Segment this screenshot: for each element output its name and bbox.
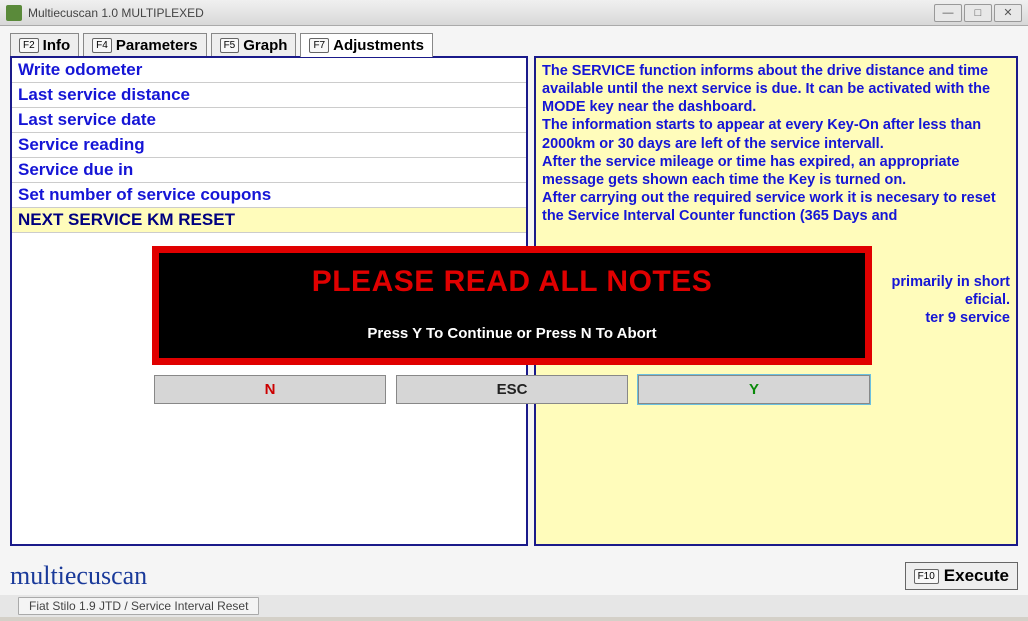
info-paragraph: After the service mileage or time has ex…	[542, 153, 1010, 189]
tab-adjustments[interactable]: F7 Adjustments	[300, 33, 433, 57]
tab-bar: F2 Info F4 Parameters F5 Graph F7 Adjust…	[0, 26, 1028, 56]
list-item[interactable]: Last service distance	[12, 83, 526, 108]
brand-logo: multiecuscan	[10, 561, 147, 591]
info-paragraph: The information starts to appear at ever…	[542, 116, 1010, 152]
fkey-badge: F2	[19, 38, 39, 53]
execute-button[interactable]: F10 Execute	[905, 562, 1018, 590]
escape-button[interactable]: ESC	[396, 375, 628, 404]
tab-label: Parameters	[116, 37, 198, 54]
list-item-selected[interactable]: NEXT SERVICE KM RESET	[12, 208, 526, 233]
list-item[interactable]: Write odometer	[12, 58, 526, 83]
status-text: Fiat Stilo 1.9 JTD / Service Interval Re…	[18, 597, 259, 615]
minimize-button[interactable]: —	[934, 4, 962, 22]
continue-button[interactable]: Y	[638, 375, 870, 404]
dialog-subtitle: Press Y To Continue or Press N To Abort	[169, 325, 855, 342]
list-item[interactable]: Service reading	[12, 133, 526, 158]
maximize-button[interactable]: □	[964, 4, 992, 22]
fkey-badge: F4	[92, 38, 112, 53]
window-titlebar: Multiecuscan 1.0 MULTIPLEXED — □ ✕	[0, 0, 1028, 26]
abort-button[interactable]: N	[154, 375, 386, 404]
list-item[interactable]: Service due in	[12, 158, 526, 183]
list-item[interactable]: Set number of service coupons	[12, 183, 526, 208]
fkey-badge: F5	[220, 38, 240, 53]
fkey-badge: F7	[309, 38, 329, 53]
tab-graph[interactable]: F5 Graph	[211, 33, 297, 57]
tab-info[interactable]: F2 Info	[10, 33, 79, 57]
status-bar: Fiat Stilo 1.9 JTD / Service Interval Re…	[0, 595, 1028, 617]
info-paragraph: The SERVICE function informs about the d…	[542, 62, 1010, 116]
close-button[interactable]: ✕	[994, 4, 1022, 22]
list-item[interactable]: Last service date	[12, 108, 526, 133]
tab-label: Graph	[243, 37, 287, 54]
tab-label: Info	[43, 37, 71, 54]
dialog-title: PLEASE READ ALL NOTES	[169, 265, 855, 299]
app-icon	[6, 5, 22, 21]
tab-label: Adjustments	[333, 37, 424, 54]
info-paragraph: After carrying out the required service …	[542, 189, 1010, 225]
confirm-dialog: PLEASE READ ALL NOTES Press Y To Continu…	[152, 246, 872, 404]
execute-label: Execute	[944, 566, 1009, 586]
fkey-badge: F10	[914, 569, 939, 584]
window-title: Multiecuscan 1.0 MULTIPLEXED	[28, 6, 204, 20]
tab-parameters[interactable]: F4 Parameters	[83, 33, 206, 57]
